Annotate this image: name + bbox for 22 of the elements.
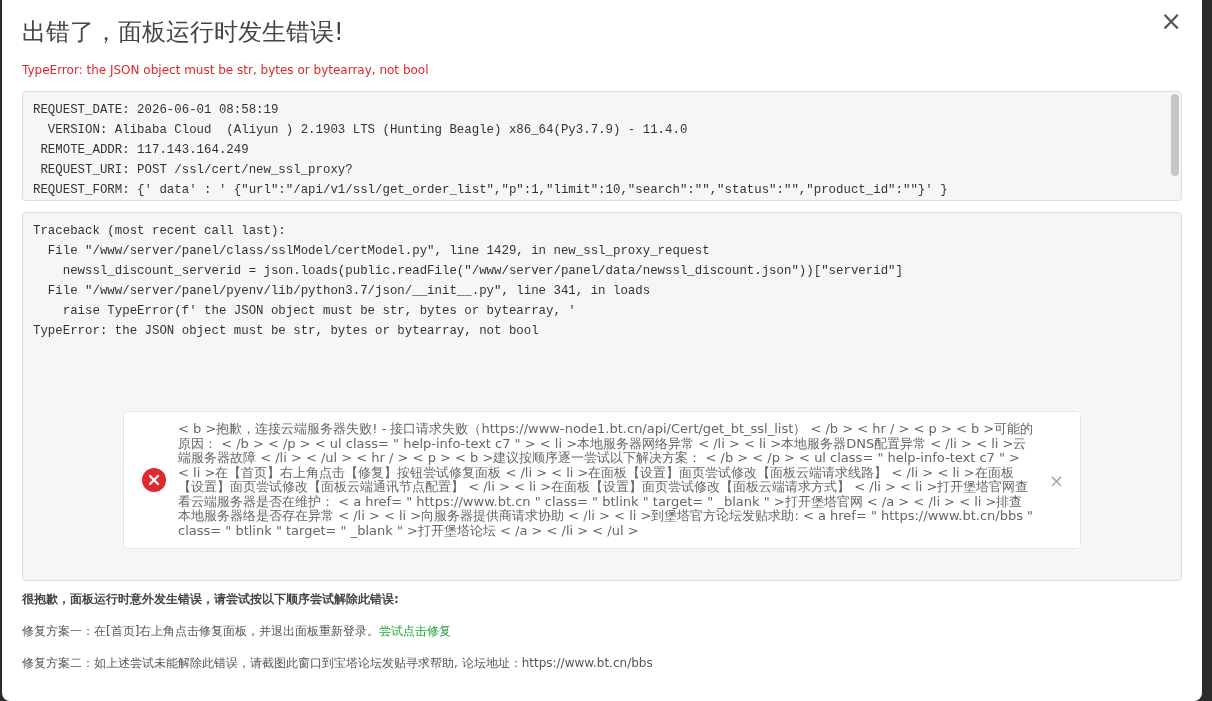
toast-text: < b >抱歉，连接云端服务器失败! - 接口请求失败（https://www-node1.bt.cn/api/Cert/get_bt_ssl_list） < /b > < hr / > < p > < b >可能的原因： < /b > < /p > < ul class= " help-info-text c7 " > < li >本地服务器网络异常 < /li > < li >本地服务器DNS配置异常 < /li > < li >云端服务器故障 < /li > < /ul > < hr / > < p > < b >建议按顺序逐一尝试以下解决方案： < /b > < /p > < ul class= " help-info-text c7 " > < li >在【首页】右上角点击【修复】按钮尝试修复面板 < /li > < li >在面板【设置】面页尝试修改【面板云端请求线路】 < /li > < li >在面板【设置】面页尝试修改【面板云端通讯节点配置】 < /li > < li >在面板【设置】面页尝试修改【面板云端请求方式】 < /li > < li >打开堡塔官网查看云端服务器是否在维护： < a href= " https://www.bt.cn " class= " btlink " target= " _blank " >打开堡塔官网 < /a > < /li > < li >排查本地服务器络是否存在异常 < /li > < li >向服务器提供商请求协助 < /li > < li >到堡塔官方论坛发贴求助: < a href= " https://www.bt.cn/bbs " class= " btlink " target= " _blank " >打开堡塔论坛 < /a > < /li > < /ul > [178, 422, 1035, 538]
code-line: REQUEST_FORM: {' data' : ' {"url":"/api/v1/ssl/get_order_list","p":1,"limit":10,"search":"","status":"","product_id":""}' } [33, 182, 949, 199]
code-line: Traceback (most recent call last): [33, 223, 287, 240]
code-line: REQUEST_DATE: 2026-06-01 08:58:19 [33, 102, 280, 119]
code-line: File "/www/server/panel/pyenv/lib/python3.7/json/__init__.py", line 341, in loads [46, 283, 652, 300]
scrollbar[interactable] [1171, 94, 1179, 176]
code-line: raise TypeError(f' the JSON object must be str, bytes or bytearray, ' [61, 303, 577, 320]
code-line: REMOTE_ADDR: 117.143.164.249 [39, 142, 250, 159]
error-message: TypeError: the JSON object must be str, bytes or bytearray, not bool [22, 62, 430, 78]
close-button[interactable]: × [1046, 469, 1066, 491]
code-line: VERSION: Alibaba Cloud (Aliyun ) 2.1903 LTS (Hunting Beagle) x86_64(Py3.7.9) - 11.4.0 [46, 122, 689, 139]
repair-link[interactable]: 尝试点击修复 [379, 624, 452, 638]
help-heading: 很抱歉，面板运行时意外发生错误，请尝试按以下顺序尝试解除此错误: [22, 591, 400, 607]
close-button[interactable]: × [1156, 6, 1186, 36]
error-icon [142, 468, 166, 492]
code-line: File "/www/server/panel/class/sslModel/certModel.py", line 1429, in new_ssl_proxy_request [46, 243, 711, 260]
fix-option-text: 修复方案一：在[首页]右上角点击修复面板，并退出面板重新登录。 [22, 624, 380, 638]
code-line: TypeError: the JSON object must be str, bytes or bytearray, not bool [33, 323, 540, 340]
fix-option-text: 修复方案二：如上述尝试未能解除此错误，请截图此窗口到宝塔论坛发贴寻求帮助, 论坛地址：https://www.bt.cn/bbs [22, 655, 654, 671]
dialog-title: 出错了，面板运行时发生错误! [22, 17, 344, 48]
code-line: REQUEST_URI: POST /ssl/cert/new_ssl_proxy? [39, 162, 354, 179]
code-line: newssl_discount_serverid = json.loads(public.readFile("/www/server/panel/data/newssl_discount.json"))["serverid"] [61, 263, 904, 280]
